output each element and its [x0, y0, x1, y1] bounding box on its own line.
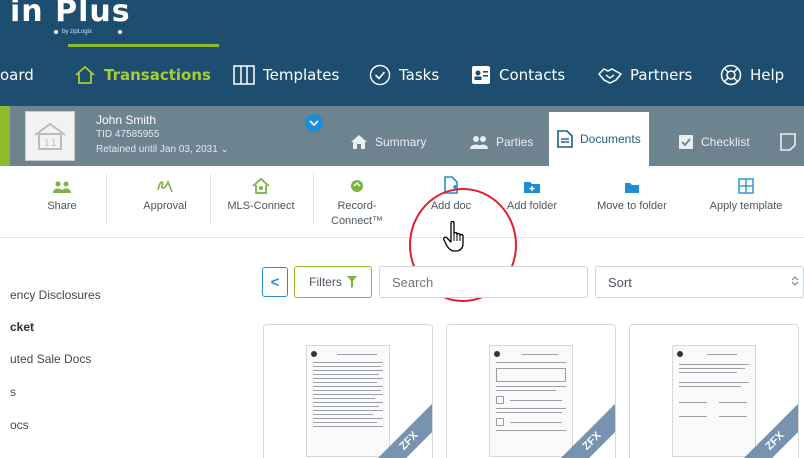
nav-label: Partners — [630, 66, 693, 84]
sidebar-item[interactable]: s — [10, 385, 16, 399]
nav-label: Transactions — [104, 66, 211, 84]
toolbar-label: Add folder — [506, 200, 558, 212]
logo-dot — [54, 30, 58, 34]
tab-label: Documents — [580, 132, 641, 146]
share-button[interactable]: Share — [41, 166, 83, 238]
lifebuoy-icon — [720, 64, 742, 86]
mls-connect-button[interactable]: MLS-Connect — [218, 166, 304, 238]
check-circle-icon — [369, 64, 391, 86]
home-icon — [74, 65, 96, 85]
client-name: John Smith — [96, 113, 157, 127]
collapse-sidebar-button[interactable]: < — [262, 267, 288, 297]
tab-label: Checklist — [701, 135, 750, 149]
tab-more[interactable] — [780, 118, 803, 166]
document-thumbnail — [672, 345, 756, 457]
sidebar-item[interactable]: ency Disclosures — [10, 288, 101, 302]
template-icon — [233, 65, 255, 85]
contact-card-icon — [471, 65, 491, 85]
transaction-thumbnail[interactable]: 11 — [25, 111, 75, 161]
tab-parties[interactable]: Parties — [469, 118, 533, 166]
nav-transactions[interactable]: Transactions — [68, 44, 219, 106]
toolbar-label: Apply template — [709, 200, 783, 212]
document-toolbar — [0, 166, 804, 238]
document-thumbnail — [306, 345, 390, 457]
toolbar-divider — [106, 174, 107, 224]
nav-label: oard — [0, 66, 34, 84]
sidebar-item[interactable]: cket — [10, 320, 34, 334]
expand-toggle[interactable] — [305, 114, 323, 132]
nav-label: Help — [750, 66, 785, 84]
nav-label: Contacts — [499, 66, 566, 84]
handshake-icon — [598, 65, 622, 85]
record-connect-button[interactable]: Record- Connect™ — [326, 166, 388, 238]
add-folder-icon — [523, 176, 541, 194]
app-logo[interactable]: in Plus — [10, 0, 131, 29]
sidebar-item[interactable]: uted Sale Docs — [10, 352, 91, 366]
filters-button[interactable]: Filters — [294, 266, 372, 298]
filters-label: Filters — [309, 275, 342, 289]
toolbar-divider — [313, 174, 314, 224]
search-input[interactable] — [379, 266, 588, 298]
home-icon — [350, 134, 368, 150]
share-people-icon — [53, 176, 71, 194]
document-card[interactable]: ZFX — [629, 324, 799, 458]
move-to-folder-button[interactable]: Move to folder — [588, 166, 676, 238]
people-icon — [469, 134, 489, 150]
logo-dot — [118, 30, 122, 34]
house-icon: 11 — [34, 122, 66, 150]
note-icon — [780, 133, 796, 151]
tab-label: Summary — [375, 135, 427, 149]
hand-cursor-icon — [443, 220, 469, 257]
retention-dropdown[interactable]: Retained until Jan 03, 2031 ⌄ — [96, 144, 229, 155]
nav-dashboard[interactable]: oard — [0, 44, 34, 106]
nav-templates[interactable]: Templates — [233, 44, 339, 106]
sort-label: Sort — [608, 275, 632, 290]
transaction-id: TID 47585955 — [96, 129, 160, 140]
main-nav: oard Transactions Templates Tasks Contac… — [0, 44, 804, 106]
app-logo-sub: by zipLogix — [62, 29, 93, 35]
document-card[interactable]: ZFX — [263, 324, 433, 458]
document-card[interactable]: ZFX — [446, 324, 616, 458]
folder-icon — [624, 176, 640, 194]
nav-label: Tasks — [399, 66, 440, 84]
nav-partners[interactable]: Partners — [598, 44, 692, 106]
apply-template-button[interactable]: Apply template — [698, 166, 794, 238]
approval-button[interactable]: Approval — [130, 166, 200, 238]
tab-checklist[interactable]: Checklist — [678, 118, 750, 166]
checklist-icon — [678, 134, 694, 150]
sort-select[interactable]: Sort — [595, 266, 804, 298]
toolbar-label-line2: Connect™ — [331, 215, 383, 227]
document-icon — [557, 130, 573, 148]
sidebar-item[interactable]: ocs — [10, 418, 29, 432]
toolbar-label: MLS-Connect — [227, 200, 295, 212]
chevron-left-icon: < — [270, 273, 280, 291]
tab-documents[interactable]: Documents — [549, 112, 649, 166]
mls-house-icon — [252, 176, 270, 194]
record-connect-icon — [349, 176, 365, 194]
nav-contacts[interactable]: Contacts — [471, 44, 565, 106]
nav-help[interactable]: Help — [720, 44, 784, 106]
top-header: in Plus by zipLogix — [0, 0, 804, 44]
toolbar-label: Move to folder — [597, 200, 667, 212]
tab-summary[interactable]: Summary — [350, 118, 426, 166]
toolbar-label: Share — [47, 200, 77, 212]
toolbar-divider — [210, 174, 211, 224]
document-thumbnail — [489, 345, 573, 457]
svg-text:1: 1 — [44, 139, 50, 149]
sort-updown-icon — [791, 275, 799, 290]
nav-label: Templates — [263, 66, 340, 84]
toolbar-label-line1: Record- — [337, 200, 377, 212]
chevron-down-icon — [309, 120, 319, 127]
svg-text:1: 1 — [51, 139, 57, 149]
transaction-accent — [0, 106, 10, 166]
toolbar-label: Approval — [143, 200, 187, 212]
template-grid-icon — [738, 176, 754, 194]
funnel-icon — [346, 276, 357, 288]
signature-icon — [156, 176, 174, 194]
tab-label: Parties — [496, 135, 534, 149]
nav-tasks[interactable]: Tasks — [369, 44, 439, 106]
